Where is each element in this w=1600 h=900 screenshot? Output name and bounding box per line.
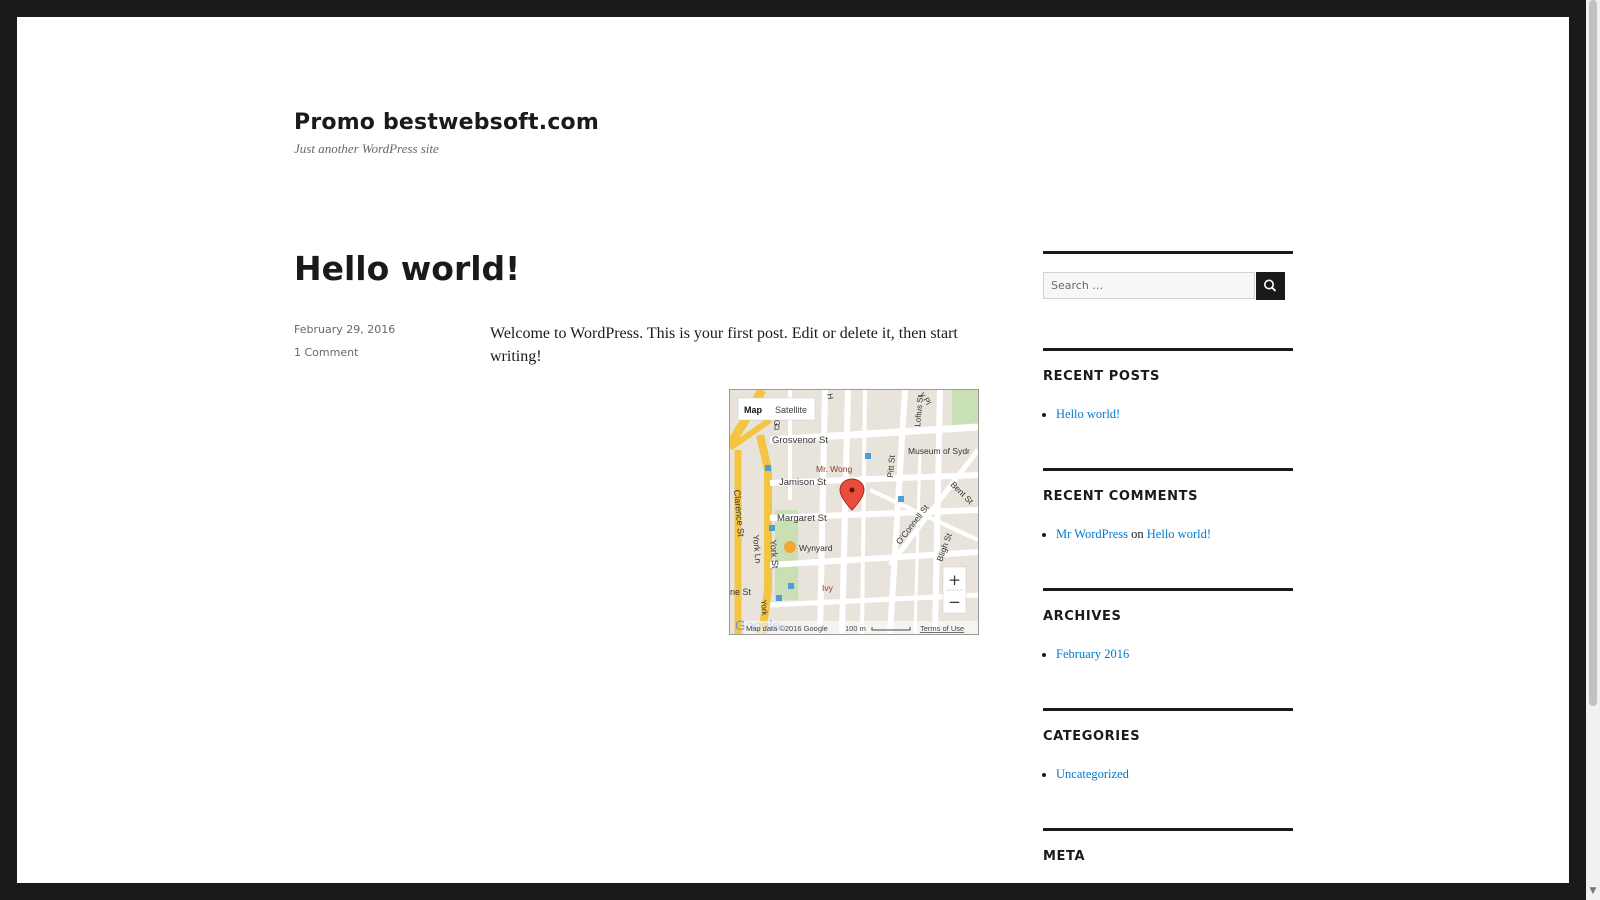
search-widget-rule: [1043, 251, 1293, 254]
recent-posts-list: Hello world!: [1043, 405, 1120, 423]
map-label: Museum of Sydr: [908, 446, 970, 456]
map-label: York: [759, 599, 769, 616]
categories-rule: [1043, 708, 1293, 711]
recent-posts-rule: [1043, 348, 1293, 351]
recent-post-link[interactable]: Hello world!: [1056, 407, 1120, 421]
archives-title: ARCHIVES: [1043, 609, 1122, 624]
site-description: Just another WordPress site: [294, 141, 439, 156]
scroll-down-arrow-icon[interactable]: ▼: [1588, 886, 1598, 896]
scrollbar-thumb[interactable]: [1589, 0, 1597, 706]
list-item: Mr WordPress on Hello world!: [1056, 525, 1211, 543]
search-button[interactable]: [1256, 272, 1285, 300]
comments-link[interactable]: 1 Comment: [294, 346, 358, 359]
site-title[interactable]: Promo bestwebsoft.com: [294, 110, 599, 135]
list-item: Hello world!: [1056, 405, 1120, 423]
list-item: February 2016: [1056, 645, 1129, 663]
categories-list: Uncategorized: [1043, 765, 1129, 783]
map-label: Jamison St: [779, 477, 826, 488]
recent-comments-title: RECENT COMMENTS: [1043, 489, 1199, 504]
post-content: Welcome to WordPress. This is your first…: [490, 325, 958, 365]
category-link[interactable]: Uncategorized: [1056, 767, 1129, 781]
transit-icon: [769, 525, 775, 531]
map-label: Pitt St: [885, 454, 897, 478]
transit-icon: [765, 465, 771, 471]
recent-comments-list: Mr WordPress on Hello world!: [1043, 525, 1211, 543]
zoom-out-button[interactable]: −: [948, 593, 961, 611]
zoom-in-button[interactable]: +: [948, 571, 961, 589]
train-station-icon: [784, 541, 796, 553]
map-label: Wynyard: [799, 543, 833, 553]
map-label: ne St: [730, 587, 752, 597]
list-item: Uncategorized: [1056, 765, 1129, 783]
map-attribution: Map data ©2016 Google: [746, 624, 828, 633]
meta-rule: [1043, 828, 1293, 831]
map-type-satellite-button[interactable]: Satellite: [775, 405, 807, 415]
page-scrollbar[interactable]: ▼: [1586, 0, 1600, 900]
map-type-map-button[interactable]: Map: [744, 405, 763, 415]
post-title[interactable]: Hello world!: [294, 249, 520, 288]
archive-link[interactable]: February 2016: [1056, 647, 1129, 661]
map-label: Margaret St: [777, 513, 827, 524]
map-pin-dot: [849, 487, 855, 493]
post-date-link[interactable]: February 29, 2016: [294, 323, 395, 336]
map-label: Grosvenor St: [772, 435, 828, 446]
page: Promo bestwebsoft.com Just another WordP…: [17, 17, 1569, 883]
map-terms-link[interactable]: Terms of Use: [920, 624, 964, 633]
search-input[interactable]: [1043, 272, 1255, 299]
transit-icon: [898, 496, 904, 502]
map-canvas[interactable]: Grosvenor St Mr. Wong Museum of Sydr Jam…: [730, 390, 978, 634]
recent-comments-rule: [1043, 468, 1293, 471]
meta-title: META: [1043, 849, 1086, 864]
comment-on-text: on: [1131, 527, 1144, 541]
archives-list: February 2016: [1043, 645, 1129, 663]
map-label: Ivy: [822, 583, 834, 593]
map-label: Mr. Wong: [816, 464, 852, 474]
transit-icon: [865, 453, 871, 459]
map-scale-label: 100 m: [845, 624, 866, 633]
comment-post-link[interactable]: Hello world!: [1147, 527, 1211, 541]
map-label: D: [774, 423, 780, 432]
search-icon: [1264, 279, 1277, 292]
transit-icon: [776, 595, 782, 601]
transit-icon: [788, 583, 794, 589]
recent-posts-title: RECENT POSTS: [1043, 369, 1160, 384]
archives-rule: [1043, 588, 1293, 591]
categories-title: CATEGORIES: [1043, 729, 1141, 744]
map-embed[interactable]: Grosvenor St Mr. Wong Museum of Sydr Jam…: [729, 389, 979, 635]
comment-author-link[interactable]: Mr WordPress: [1056, 527, 1128, 541]
